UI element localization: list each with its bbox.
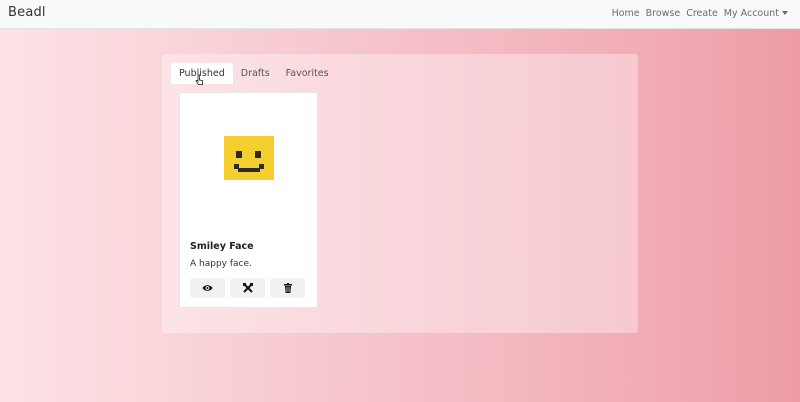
tab-drafts[interactable]: Drafts	[233, 63, 278, 84]
view-button[interactable]	[190, 278, 225, 298]
navbar: Beadl Home Browse Create My Account	[0, 0, 800, 29]
card-title[interactable]: Smiley Face	[190, 241, 254, 252]
nav-create[interactable]: Create	[686, 8, 718, 19]
trash-icon	[283, 283, 292, 293]
brand-logo[interactable]: Beadl	[8, 5, 46, 20]
nav-links: Home Browse Create My Account	[606, 8, 788, 19]
delete-button[interactable]	[270, 278, 305, 298]
tab-favorites[interactable]: Favorites	[278, 63, 337, 84]
edit-button[interactable]	[230, 278, 265, 298]
caret-down-icon	[782, 11, 788, 15]
nav-my-account-dropdown[interactable]: My Account	[724, 8, 788, 19]
design-card: Smiley Face A happy face.	[179, 92, 318, 308]
nav-home[interactable]: Home	[612, 8, 640, 19]
tools-icon	[242, 283, 253, 293]
nav-my-account-label: My Account	[723, 8, 779, 19]
card-actions	[190, 278, 305, 298]
designs-panel: Published Drafts Favorites Smiley Face A…	[162, 54, 638, 333]
eye-icon	[202, 285, 213, 291]
card-description: A happy face.	[190, 259, 252, 269]
hand-cursor-icon	[195, 74, 203, 85]
nav-browse[interactable]: Browse	[646, 8, 681, 19]
smiley-bead-pattern-icon[interactable]	[224, 136, 274, 180]
